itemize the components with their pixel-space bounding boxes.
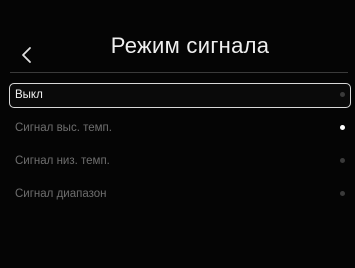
menu-item-label: Сигнал диапазон — [15, 188, 107, 200]
selection-indicator — [340, 92, 345, 97]
menu-item-label: Сигнал низ. темп. — [15, 155, 110, 167]
back-button[interactable] — [16, 44, 38, 66]
page-title: Режим сигнала — [110, 33, 270, 58]
selection-indicator — [340, 191, 345, 196]
menu-item-high-temp-alarm[interactable]: Сигнал выс. темп. — [9, 116, 351, 141]
menu-item-range-alarm[interactable]: Сигнал диапазон — [9, 182, 351, 207]
selection-indicator — [340, 158, 345, 163]
header-divider — [10, 72, 348, 73]
signal-mode-screen: Режим сигнала Выкл Сигнал выс. темп. Сиг… — [0, 0, 355, 268]
menu-item-off[interactable]: Выкл — [9, 83, 351, 108]
signal-mode-menu: Выкл Сигнал выс. темп. Сигнал низ. темп.… — [9, 83, 351, 215]
menu-item-low-temp-alarm[interactable]: Сигнал низ. темп. — [9, 149, 351, 174]
menu-item-label: Выкл — [15, 89, 43, 101]
menu-item-label: Сигнал выс. темп. — [15, 122, 112, 134]
selection-indicator — [340, 125, 345, 130]
chevron-left-icon — [22, 47, 31, 63]
